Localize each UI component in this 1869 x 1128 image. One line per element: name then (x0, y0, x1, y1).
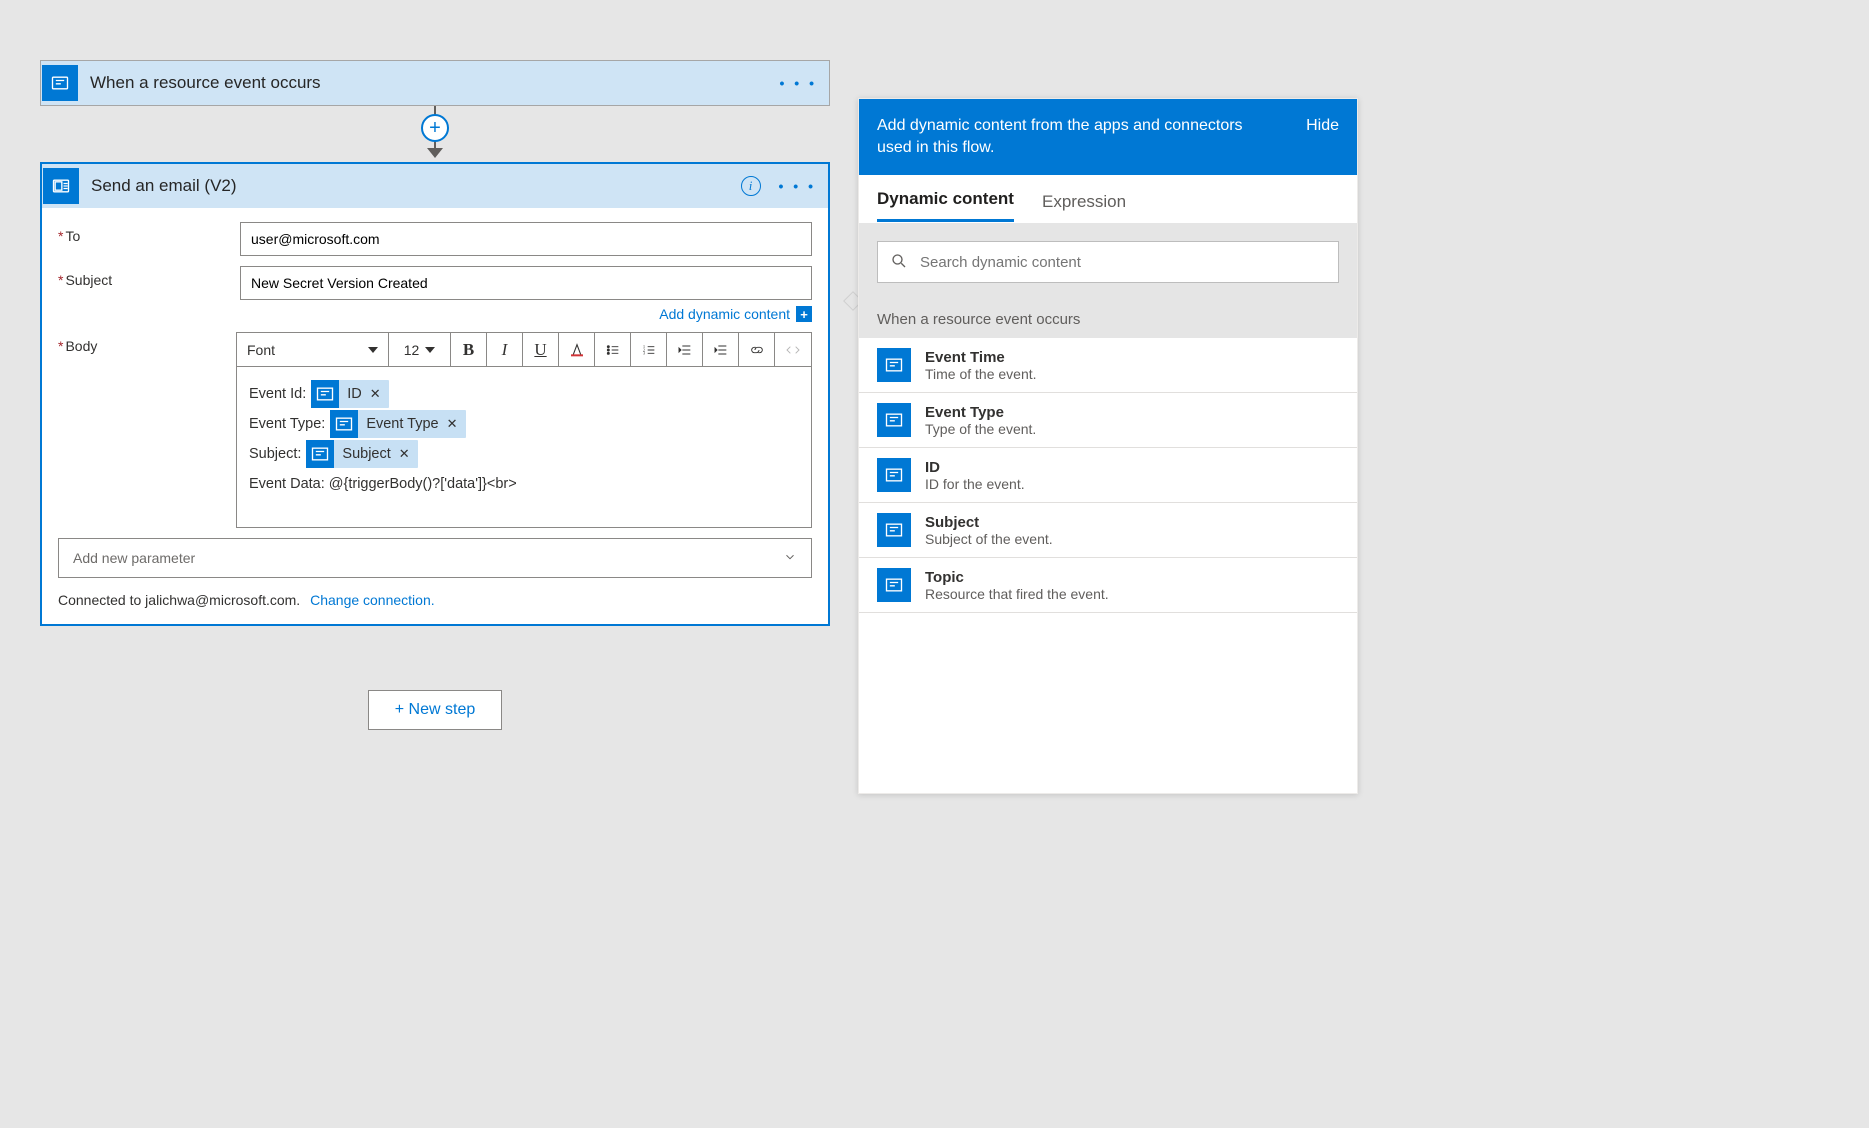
to-label: *To (58, 222, 240, 244)
item-desc: Time of the event. (925, 366, 1037, 382)
item-label: Event Type (925, 404, 1036, 421)
outdent-button[interactable] (667, 333, 703, 366)
item-label: Topic (925, 569, 1109, 586)
font-select[interactable]: Font (237, 333, 389, 366)
trigger-title: When a resource event occurs (90, 73, 780, 93)
item-label: ID (925, 459, 1025, 476)
code-view-button[interactable] (775, 333, 811, 366)
indent-button[interactable] (703, 333, 739, 366)
body-text: Event Data: @{triggerBody()?['data']}<br… (249, 469, 517, 499)
body-editor[interactable]: Event Id: ID ✕ Event Type: (237, 367, 811, 527)
item-desc: Type of the event. (925, 421, 1036, 437)
add-dynamic-content-link[interactable]: Add dynamic content (659, 306, 790, 322)
flow-column: When a resource event occurs • • • + Sen… (40, 60, 830, 730)
change-connection-link[interactable]: Change connection. (310, 592, 435, 608)
eventgrid-icon (877, 513, 911, 547)
dynamic-content-item[interactable]: TopicResource that fired the event. (859, 558, 1357, 613)
tab-expression[interactable]: Expression (1042, 192, 1126, 222)
italic-button[interactable]: I (487, 333, 523, 366)
action-more-icon[interactable]: • • • (779, 178, 816, 194)
tab-dynamic-content[interactable]: Dynamic content (877, 189, 1014, 222)
body-text: Subject: (249, 439, 301, 469)
dynamic-content-item[interactable]: IDID for the event. (859, 448, 1357, 503)
bullet-list-button[interactable] (595, 333, 631, 366)
search-input[interactable] (920, 254, 1326, 271)
to-input[interactable] (240, 222, 812, 256)
underline-button[interactable]: U (523, 333, 559, 366)
panel-heading: Add dynamic content from the apps and co… (877, 115, 1277, 159)
font-size-select[interactable]: 12 (389, 333, 451, 366)
svg-text:3: 3 (643, 350, 645, 355)
link-button[interactable] (739, 333, 775, 366)
dynamic-content-panel: Add dynamic content from the apps and co… (858, 98, 1358, 794)
body-text: Event Id: (249, 379, 306, 409)
eventgrid-icon (877, 348, 911, 382)
token-remove-icon[interactable]: ✕ (370, 379, 381, 409)
item-label: Subject (925, 514, 1053, 531)
item-desc: Subject of the event. (925, 531, 1053, 547)
token-id[interactable]: ID ✕ (311, 380, 388, 408)
token-event-type[interactable]: Event Type ✕ (330, 410, 465, 438)
info-icon[interactable]: i (741, 176, 761, 196)
token-remove-icon[interactable]: ✕ (399, 439, 410, 469)
eventgrid-icon (877, 403, 911, 437)
search-icon (890, 252, 908, 273)
connection-info: Connected to jalichwa@microsoft.com. Cha… (58, 592, 812, 608)
trigger-more-icon[interactable]: • • • (780, 75, 817, 91)
subject-label: *Subject (58, 266, 240, 288)
item-desc: Resource that fired the event. (925, 586, 1109, 602)
new-step-button[interactable]: + New step (368, 690, 502, 730)
dynamic-content-item[interactable]: Event TimeTime of the event. (859, 338, 1357, 393)
outlook-icon (43, 168, 79, 204)
add-parameter-dropdown[interactable]: Add new parameter (58, 538, 812, 578)
token-subject[interactable]: Subject ✕ (306, 440, 417, 468)
trigger-step[interactable]: When a resource event occurs • • • (40, 60, 830, 106)
connector: + (40, 106, 830, 162)
action-title: Send an email (V2) (91, 176, 741, 196)
eventgrid-icon (42, 65, 78, 101)
body-label: *Body (58, 332, 236, 354)
font-color-button[interactable] (559, 333, 595, 366)
item-label: Event Time (925, 349, 1037, 366)
numbered-list-button[interactable]: 123 (631, 333, 667, 366)
search-box[interactable] (877, 241, 1339, 283)
action-step: Send an email (V2) i • • • *To *Subject … (40, 162, 830, 626)
add-dynamic-content-icon[interactable]: + (796, 306, 812, 322)
subject-input[interactable] (240, 266, 812, 300)
editor-toolbar: Font 12 B I U 123 (237, 333, 811, 367)
content-group-header: When a resource event occurs (859, 301, 1357, 338)
eventgrid-icon (877, 568, 911, 602)
item-desc: ID for the event. (925, 476, 1025, 492)
token-remove-icon[interactable]: ✕ (447, 409, 458, 439)
bold-button[interactable]: B (451, 333, 487, 366)
body-text: Event Type: (249, 409, 325, 439)
eventgrid-icon (877, 458, 911, 492)
dynamic-content-item[interactable]: SubjectSubject of the event. (859, 503, 1357, 558)
dynamic-content-item[interactable]: Event TypeType of the event. (859, 393, 1357, 448)
chevron-down-icon (783, 550, 797, 567)
hide-panel-button[interactable]: Hide (1306, 115, 1339, 137)
insert-step-button[interactable]: + (421, 114, 449, 142)
